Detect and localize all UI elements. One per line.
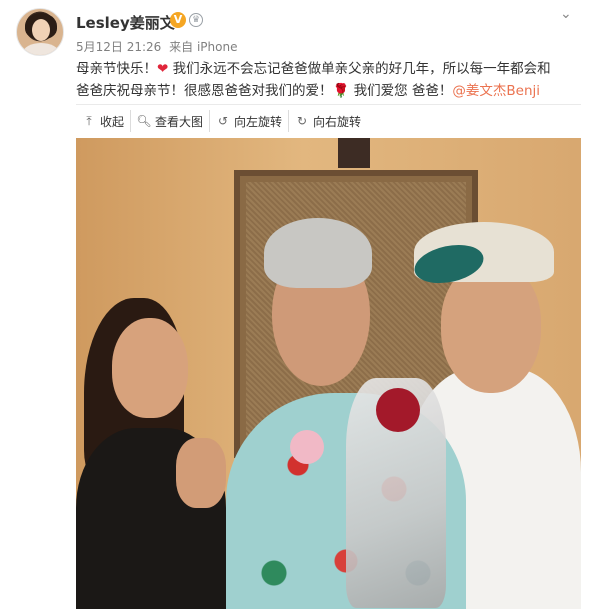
photo-father-hair — [264, 218, 372, 288]
photo-woman-hand — [176, 438, 226, 508]
post-date[interactable]: 5月12日 21:26 — [76, 40, 161, 54]
post-text-line2a: 爸爸庆祝母亲节！很感恩爸爸对我们的爱！ — [76, 83, 333, 99]
post-text-line2b: 我们爱您 爸爸！ — [353, 83, 453, 99]
post-photo[interactable] — [76, 138, 581, 609]
photo-pink-rose — [290, 430, 324, 464]
heart-icon: ❤ — [157, 61, 169, 77]
username[interactable]: Lesley姜丽文 — [76, 12, 175, 33]
rotate-left-button[interactable]: ↺ 向左旋转 — [210, 110, 290, 132]
rotate-right-icon: ↻ — [297, 114, 308, 128]
post-content: 母亲节快乐！❤ 我们永远不会忘记爸爸做单亲父亲的好几年，所以每一年都会和 爸爸庆… — [76, 58, 581, 102]
photo-woman-face — [112, 318, 188, 418]
post-source: 来自 iPhone — [169, 40, 238, 54]
post-meta: 5月12日 21:26 来自 iPhone — [76, 38, 241, 55]
photo-young-man-face — [441, 263, 541, 393]
view-large-button[interactable]: 🔍︎ 查看大图 — [131, 110, 211, 132]
verified-badge-icon: V — [170, 12, 186, 28]
rotate-left-label: 向左旋转 — [234, 114, 283, 129]
crown-icon[interactable]: ♛ — [189, 13, 203, 27]
collapse-icon: ⤒ — [86, 113, 92, 128]
avatar-body — [23, 43, 59, 55]
view-large-label: 查看大图 — [155, 114, 204, 129]
avatar-face — [32, 19, 50, 41]
collapse-button[interactable]: ⤒ 收起 — [76, 110, 132, 132]
image-toolbar: ⤒ 收起 🔍︎ 查看大图 ↺ 向左旋转 ↻ 向右旋转 — [76, 110, 367, 132]
rose-icon: 🌹 — [332, 83, 350, 99]
post-text-line1a: 母亲节快乐！ — [76, 61, 157, 77]
photo-red-rose — [376, 388, 420, 432]
weibo-post: Lesley姜丽文 V ♛ ⌄ 5月12日 21:26 来自 iPhone 母亲… — [0, 0, 595, 609]
divider — [76, 104, 581, 105]
rotate-right-label: 向右旋转 — [313, 114, 362, 129]
search-icon: 🔍︎ — [136, 114, 152, 128]
mention-link[interactable]: @姜文杰Benji — [452, 83, 540, 99]
collapse-label: 收起 — [100, 114, 125, 129]
post-text-line1b: 我们永远不会忘记爸爸做单亲父亲的好几年，所以每一年都会和 — [172, 61, 551, 77]
chevron-down-icon[interactable]: ⌄ — [560, 6, 576, 22]
rotate-right-button[interactable]: ↻ 向右旋转 — [289, 110, 367, 132]
rotate-left-icon: ↺ — [218, 114, 229, 128]
avatar[interactable] — [16, 8, 64, 56]
photo-beam — [338, 138, 370, 168]
